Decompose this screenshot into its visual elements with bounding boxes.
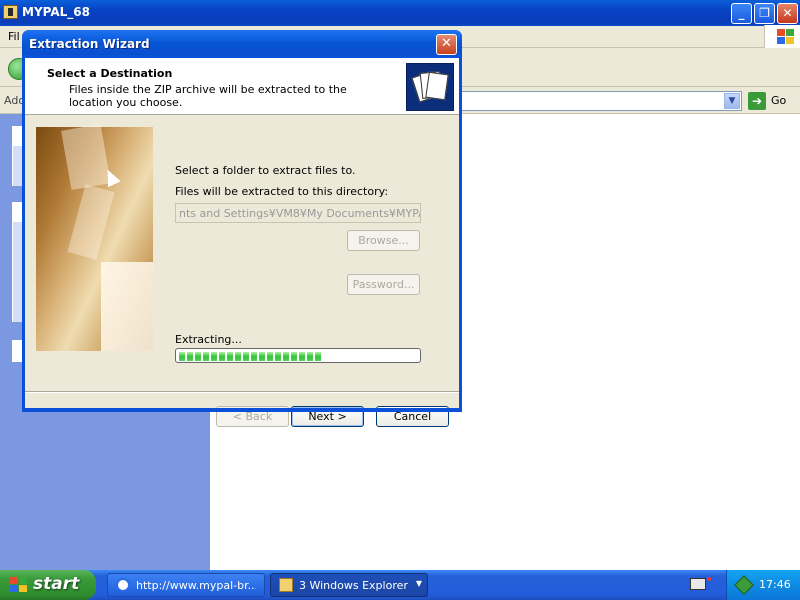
system-tray: 17:46 (726, 570, 800, 600)
menu-file[interactable]: Fil (8, 30, 20, 43)
progress-block (251, 352, 257, 361)
start-button[interactable]: start (0, 570, 96, 600)
taskbar-item-label: http://www.mypal-br... (136, 579, 256, 592)
progress-block (243, 352, 249, 361)
minimize-button[interactable]: _ (731, 3, 752, 24)
windows-logo-icon (764, 25, 800, 48)
zip-documents-icon (406, 63, 454, 111)
go-arrow-icon: ➔ (748, 92, 766, 110)
ie-icon (116, 578, 130, 592)
address-input[interactable]: ▼ (460, 91, 742, 111)
extract-directory-label: Files will be extracted to this director… (175, 185, 389, 198)
directory-input[interactable]: nts and Settings¥VM8¥My Documents¥MYPAL_… (175, 203, 421, 223)
taskbar-item-label: 3 Windows Explorer (299, 579, 408, 592)
progress-block (219, 352, 225, 361)
wizard-step-description: Files inside the ZIP archive will be ext… (69, 83, 347, 109)
dialog-close-button[interactable]: ✕ (436, 34, 457, 55)
extraction-progress-bar (175, 348, 421, 363)
password-button[interactable]: Password... (347, 274, 420, 295)
progress-block (211, 352, 217, 361)
start-label: start (33, 574, 80, 594)
progress-block (227, 352, 233, 361)
dialog-titlebar[interactable]: Extraction Wizard ✕ (22, 30, 462, 58)
taskbar-item-browser[interactable]: http://www.mypal-br... (107, 573, 265, 597)
windows-flag-icon (10, 577, 28, 593)
dialog-frame-bottom (22, 408, 462, 412)
progress-block (275, 352, 281, 361)
progress-block (291, 352, 297, 361)
chevron-down-icon[interactable]: ▼ (724, 93, 740, 109)
folder-icon (279, 578, 293, 592)
dialog-body: Select a Destination Files inside the ZI… (25, 58, 459, 427)
progress-block (259, 352, 265, 361)
progress-block (283, 352, 289, 361)
chevron-down-icon: ▼ (415, 579, 422, 588)
taskbar: start http://www.mypal-br... 3 Windows E… (0, 570, 800, 600)
select-folder-label: Select a folder to extract files to. (175, 164, 356, 177)
close-button[interactable]: ✕ (777, 3, 798, 24)
keyboard-language-icon[interactable] (690, 577, 711, 590)
go-label: Go (771, 94, 787, 107)
browse-button[interactable]: Browse... (347, 230, 420, 251)
progress-block (315, 352, 321, 361)
progress-block (299, 352, 305, 361)
go-button[interactable]: ➔ Go (748, 91, 796, 111)
maximize-button[interactable]: ❐ (754, 3, 775, 24)
network-icon[interactable] (734, 575, 754, 595)
progress-block (187, 352, 193, 361)
background-window-titlebar: MYPAL_68 _ ❐ ✕ (0, 0, 800, 26)
wizard-step-title: Select a Destination (47, 67, 173, 80)
extracting-label: Extracting... (175, 333, 242, 346)
progress-block (235, 352, 241, 361)
progress-block (307, 352, 313, 361)
tray-clock[interactable]: 17:46 (759, 578, 791, 591)
zip-folder-icon (3, 5, 18, 19)
extraction-wizard-dialog: Extraction Wizard ✕ Select a Destination… (22, 30, 462, 427)
progress-block (267, 352, 273, 361)
wizard-side-image (36, 123, 153, 351)
footer-divider (25, 391, 459, 393)
progress-block (179, 352, 185, 361)
background-window-title: MYPAL_68 (22, 5, 90, 19)
wizard-header: Select a Destination Files inside the ZI… (25, 58, 459, 115)
progress-block (195, 352, 201, 361)
progress-block (203, 352, 209, 361)
progress-fill (179, 351, 323, 361)
dialog-title: Extraction Wizard (29, 37, 150, 51)
taskbar-item-explorer-group[interactable]: 3 Windows Explorer ▼ (270, 573, 428, 597)
